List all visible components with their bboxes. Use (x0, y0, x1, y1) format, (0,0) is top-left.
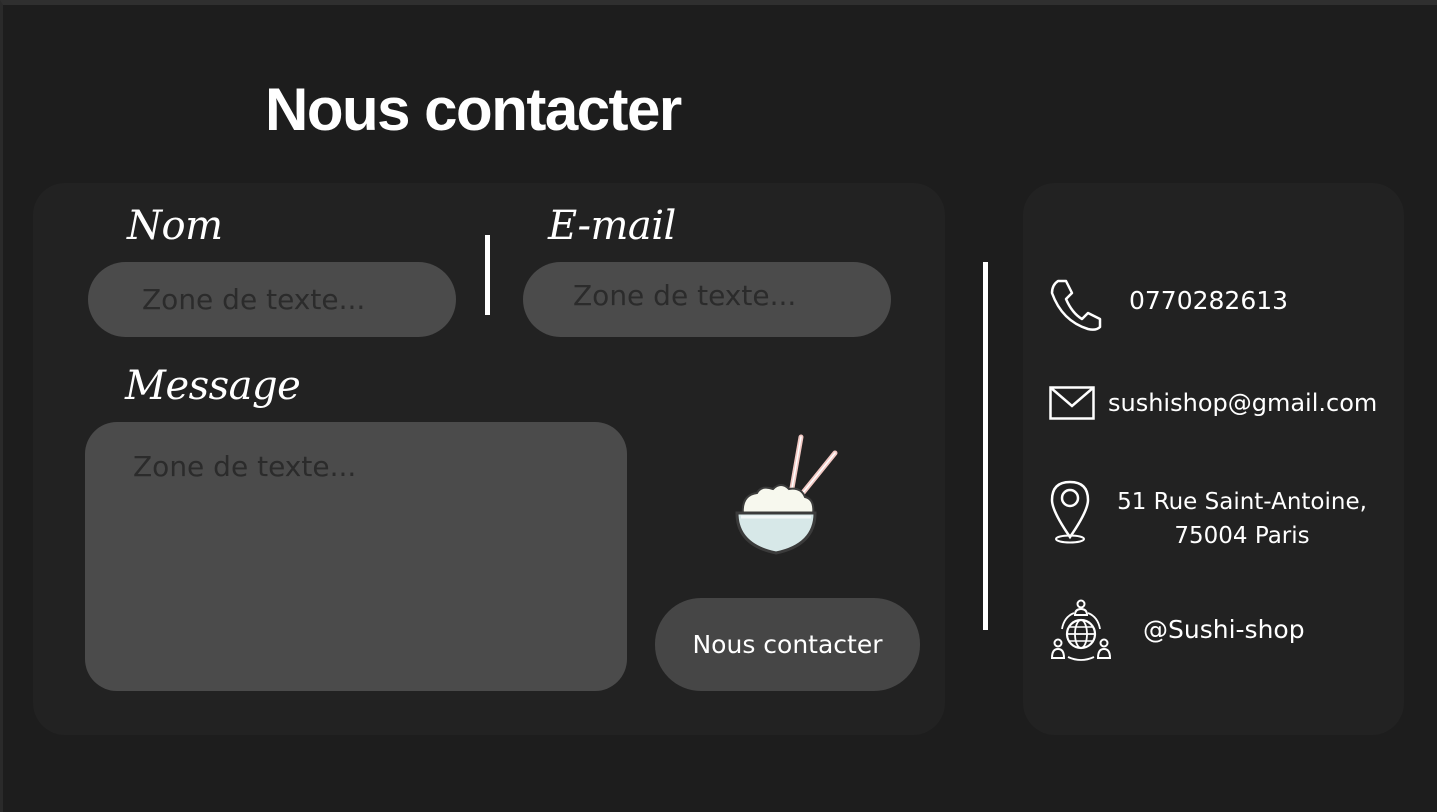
phone-number: 0770282613 (1129, 286, 1289, 315)
email-input[interactable] (523, 262, 891, 337)
email-label: E-mail (548, 203, 676, 249)
message-textarea[interactable] (85, 422, 627, 691)
social-network-icon (1050, 599, 1112, 661)
email-row: sushishop@gmail.com (1108, 389, 1377, 417)
social-handle: @Sushi-shop (1143, 615, 1305, 644)
card-divider (983, 262, 988, 630)
mail-icon (1049, 386, 1095, 420)
address-row: 51 Rue Saint-Antoine, 75004 Paris (1116, 485, 1368, 553)
address-line-2: 75004 Paris (1174, 523, 1310, 549)
page-title: Nous contacter (265, 76, 682, 143)
name-label: Nom (127, 203, 223, 249)
message-label: Message (125, 363, 301, 409)
location-pin-icon (1050, 480, 1090, 544)
email-address: sushishop@gmail.com (1108, 389, 1378, 417)
field-divider (485, 235, 490, 315)
address-line-1: 51 Rue Saint-Antoine, (1117, 489, 1367, 515)
social-row: @Sushi-shop (1143, 615, 1305, 644)
phone-row: 0770282613 (1129, 286, 1288, 315)
phone-icon (1050, 279, 1102, 331)
rice-bowl-icon (735, 434, 838, 555)
name-input[interactable] (88, 262, 456, 337)
submit-button[interactable]: Nous contacter (655, 598, 920, 691)
